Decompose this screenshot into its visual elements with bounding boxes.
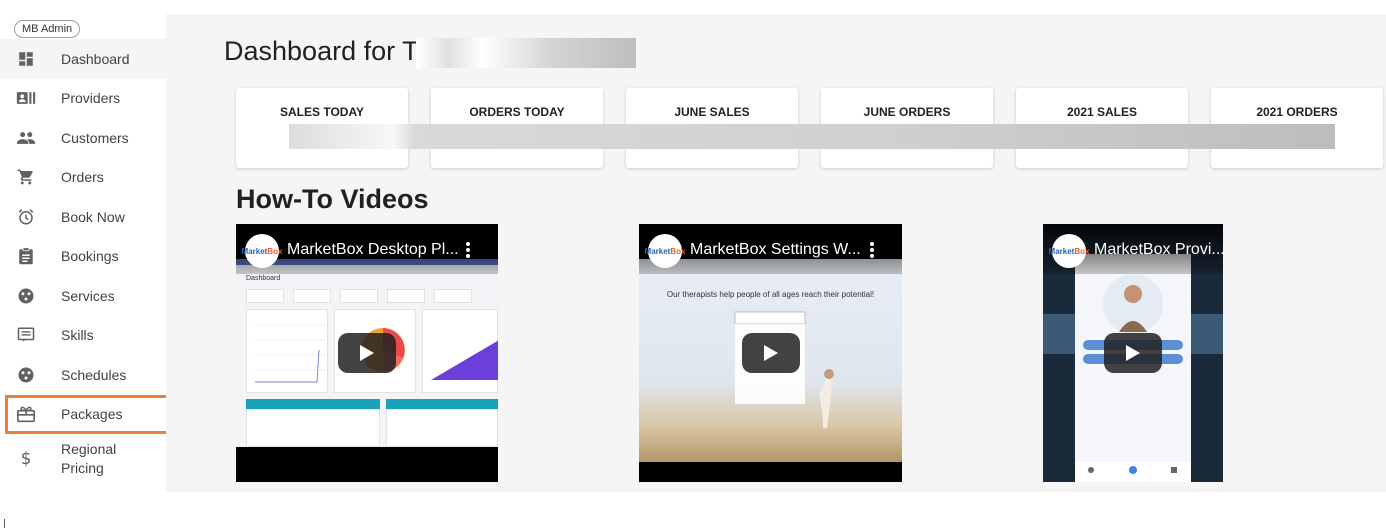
schedules-icon <box>16 365 36 385</box>
sidebar-item-label: Dashboard <box>61 50 130 67</box>
cart-icon <box>16 167 36 187</box>
redacted-stat-values <box>289 124 1335 149</box>
customers-icon <box>16 128 36 148</box>
sidebar-item-skills[interactable]: Skills <box>0 316 166 356</box>
play-button[interactable] <box>742 333 800 373</box>
stat-label: 2021 SALES <box>1066 105 1138 119</box>
more-options-icon[interactable] <box>869 241 875 259</box>
sidebar-item-label: Customers <box>61 129 129 146</box>
packages-icon <box>16 404 36 424</box>
sidebar-item-providers[interactable]: Providers <box>0 79 166 119</box>
dashboard-icon <box>16 49 36 69</box>
sidebar-item-orders[interactable]: Orders <box>0 158 166 198</box>
skills-icon <box>16 325 36 345</box>
thumbnail-headline: Our therapists help people of all ages r… <box>666 290 875 299</box>
clipboard-icon <box>16 246 36 266</box>
sidebar-item-services[interactable]: Services <box>0 276 166 316</box>
video-embed-provider[interactable]: Market Box MarketBox Provi... <box>1043 224 1223 482</box>
text-cursor <box>4 519 5 528</box>
role-chip[interactable]: MB Admin <box>14 20 81 38</box>
stat-label: JUNE SALES <box>674 105 750 119</box>
stat-label: 2021 ORDERS <box>1256 105 1338 119</box>
play-icon <box>764 345 778 361</box>
sidebar-item-customers[interactable]: Customers <box>0 118 166 158</box>
sidebar-item-label: Providers <box>61 90 121 107</box>
play-icon <box>360 345 374 361</box>
redacted-business-name <box>416 38 636 68</box>
sidebar-item-schedules[interactable]: Schedules <box>0 355 166 395</box>
stat-label: ORDERS TODAY <box>469 105 565 119</box>
thumbnail-dashboard-label: Dashboard <box>246 275 281 282</box>
video-title: MarketBox Desktop Pl... <box>287 241 459 258</box>
play-button[interactable] <box>338 333 396 373</box>
sidebar: MB Admin Dashboard Providers Customers O… <box>0 0 170 492</box>
sidebar-item-label-line1: Regional <box>61 441 117 457</box>
sidebar-item-label: Skills <box>61 327 94 344</box>
sidebar-nav: Dashboard Providers Customers Orders Boo… <box>0 39 170 484</box>
marketbox-logo: Market Box <box>242 234 282 268</box>
sidebar-item-label: Book Now <box>61 208 125 225</box>
marketbox-logo: Market Box <box>1049 234 1089 268</box>
sidebar-item-label: Services <box>61 287 115 304</box>
main-content: Dashboard for T SALES TODAY ORDERS TODAY… <box>166 14 1386 492</box>
sidebar-item-label: Packages <box>61 406 123 423</box>
video-title: MarketBox Provi... <box>1094 241 1223 258</box>
play-button[interactable] <box>1104 333 1162 373</box>
sidebar-item-label-line2: Pricing <box>61 460 104 476</box>
alarm-icon <box>16 207 36 227</box>
providers-icon <box>16 88 36 108</box>
stat-label: JUNE ORDERS <box>863 105 951 119</box>
sidebar-item-regional-pricing[interactable]: $ Regional Pricing <box>0 434 166 484</box>
page: MB Admin Dashboard Providers Customers O… <box>0 0 1386 529</box>
marketbox-logo: Market Box <box>645 234 685 268</box>
sidebar-item-label: Schedules <box>61 366 127 383</box>
sidebar-item-label: Orders <box>61 169 104 186</box>
sidebar-item-dashboard[interactable]: Dashboard <box>0 39 166 79</box>
sidebar-item-bookings[interactable]: Bookings <box>0 237 166 277</box>
play-icon <box>1126 345 1140 361</box>
dollar-icon: $ <box>20 449 32 469</box>
video-title: MarketBox Settings W... <box>690 241 861 258</box>
section-title-how-to-videos: How-To Videos <box>236 184 429 214</box>
sidebar-item-book-now[interactable]: Book Now <box>0 197 166 237</box>
services-icon <box>16 286 36 306</box>
sidebar-item-packages[interactable]: Packages <box>5 394 170 434</box>
more-options-icon[interactable] <box>465 241 471 259</box>
stat-label: SALES TODAY <box>279 105 365 119</box>
video-embed-desktop[interactable]: Dashboard Market Box MarketBox Desktop P… <box>236 224 498 482</box>
page-title: Dashboard for T <box>224 36 419 66</box>
sidebar-item-label: Regional Pricing <box>61 440 116 478</box>
video-embed-settings[interactable]: Our therapists help people of all ages r… <box>639 224 902 482</box>
sidebar-item-label: Bookings <box>61 248 119 265</box>
